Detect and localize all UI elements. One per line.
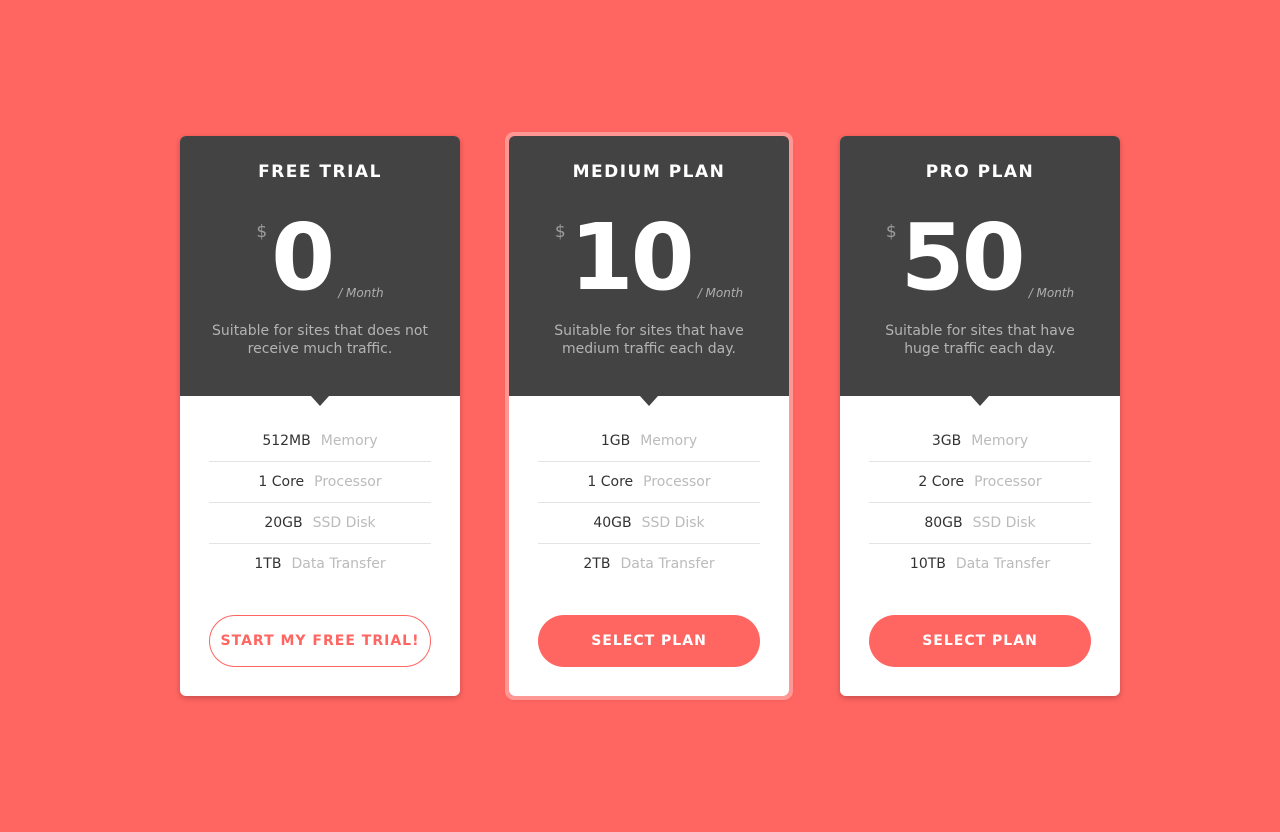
feature-ssd-disk: 40GB SSD Disk: [538, 503, 760, 544]
plan-card-medium: MEDIUM PLAN $ 10 / Month Suitable for si…: [505, 132, 793, 700]
feature-processor: 1 Core Processor: [209, 462, 431, 503]
select-plan-button[interactable]: SELECT PLAN: [538, 615, 760, 667]
feature-label: SSD Disk: [641, 515, 705, 531]
plan-description: Suitable for sites that have huge traffi…: [885, 323, 1075, 357]
feature-value: 3GB: [931, 433, 962, 449]
feature-list: 1GB Memory 1 Core Processor 40GB SSD Dis…: [538, 421, 760, 584]
start-free-trial-button[interactable]: START MY FREE TRIAL!: [209, 615, 431, 667]
feature-label: Processor: [314, 474, 382, 490]
currency-symbol: $: [885, 222, 897, 242]
feature-value: 20GB: [264, 515, 303, 531]
feature-memory: 1GB Memory: [538, 421, 760, 462]
plan-title: MEDIUM PLAN: [572, 162, 726, 182]
feature-list: 512MB Memory 1 Core Processor 20GB SSD D…: [209, 421, 431, 584]
plan-price: $ 10 / Month: [509, 208, 789, 308]
feature-label: Processor: [974, 474, 1042, 490]
feature-value: 1 Core: [258, 474, 305, 490]
feature-ssd-disk: 20GB SSD Disk: [209, 503, 431, 544]
feature-label: Memory: [320, 433, 378, 449]
feature-label: Data Transfer: [620, 556, 715, 572]
plan-title: PRO PLAN: [925, 162, 1035, 182]
feature-label: Memory: [971, 433, 1029, 449]
feature-value: 1GB: [600, 433, 631, 449]
price-amount: 50: [900, 204, 1026, 311]
price-period: / Month: [697, 286, 744, 300]
feature-value: 512MB: [262, 433, 311, 449]
feature-value: 2TB: [583, 556, 611, 572]
plan-header: FREE TRIAL $ 0 / Month Suitable for site…: [180, 136, 460, 406]
feature-value: 80GB: [924, 515, 963, 531]
feature-memory: 3GB Memory: [869, 421, 1091, 462]
plan-header: PRO PLAN $ 50 / Month Suitable for sites…: [840, 136, 1120, 406]
plan-price: $ 0 / Month: [180, 208, 460, 308]
feature-processor: 2 Core Processor: [869, 462, 1091, 503]
feature-value: 10TB: [909, 556, 946, 572]
feature-value: 2 Core: [918, 474, 965, 490]
feature-label: SSD Disk: [312, 515, 376, 531]
plan-description: Suitable for sites that have medium traf…: [554, 323, 744, 357]
feature-data-transfer: 10TB Data Transfer: [869, 544, 1091, 584]
feature-value: 40GB: [593, 515, 632, 531]
price-period: / Month: [1028, 286, 1075, 300]
feature-value: 1TB: [254, 556, 282, 572]
feature-value: 1 Core: [587, 474, 634, 490]
currency-symbol: $: [256, 222, 268, 242]
feature-label: SSD Disk: [972, 515, 1036, 531]
feature-data-transfer: 1TB Data Transfer: [209, 544, 431, 584]
plan-price: $ 50 / Month: [840, 208, 1120, 308]
plan-card-pro: PRO PLAN $ 50 / Month Suitable for sites…: [840, 136, 1120, 696]
plan-header: MEDIUM PLAN $ 10 / Month Suitable for si…: [509, 136, 789, 406]
feature-memory: 512MB Memory: [209, 421, 431, 462]
feature-list: 3GB Memory 2 Core Processor 80GB SSD Dis…: [869, 421, 1091, 584]
feature-label: Memory: [640, 433, 698, 449]
feature-label: Processor: [643, 474, 711, 490]
price-amount: 0: [271, 204, 335, 311]
feature-ssd-disk: 80GB SSD Disk: [869, 503, 1091, 544]
plan-title: FREE TRIAL: [258, 162, 382, 182]
currency-symbol: $: [554, 222, 566, 242]
select-plan-button[interactable]: SELECT PLAN: [869, 615, 1091, 667]
price-period: / Month: [338, 286, 384, 300]
feature-data-transfer: 2TB Data Transfer: [538, 544, 760, 584]
feature-label: Data Transfer: [955, 556, 1051, 572]
plan-description: Suitable for sites that does not receive…: [212, 323, 428, 357]
price-amount: 10: [569, 204, 695, 311]
feature-label: Data Transfer: [291, 556, 386, 572]
feature-processor: 1 Core Processor: [538, 462, 760, 503]
plan-card-free-trial: FREE TRIAL $ 0 / Month Suitable for site…: [180, 136, 460, 696]
